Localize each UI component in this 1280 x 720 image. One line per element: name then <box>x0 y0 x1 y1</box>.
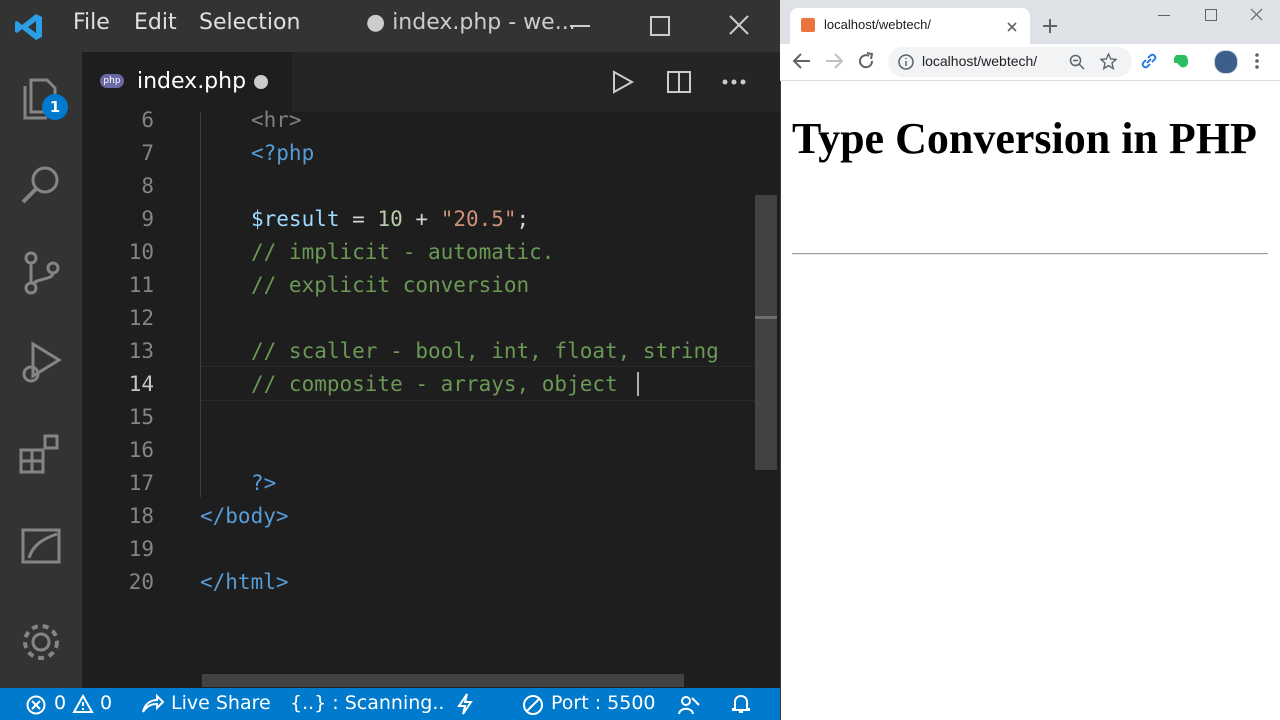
source-control-icon[interactable] <box>17 248 65 296</box>
line-number-active: 14 <box>128 372 154 396</box>
browser-tab[interactable]: localhost/webtech/ <box>790 8 1030 44</box>
code-token-string: "20.5" <box>440 207 517 231</box>
code-token-variable: $result <box>251 207 340 231</box>
notifications-bell-icon[interactable] <box>731 693 751 715</box>
line-number: 11 <box>128 273 154 297</box>
window-title: ● index.php - we... <box>366 10 576 35</box>
code-line-7: <?php <box>251 141 315 165</box>
menu-edit[interactable]: Edit <box>134 10 177 35</box>
code-line-20: </html> <box>200 570 289 594</box>
tab-index-php[interactable]: php index.php <box>82 52 292 112</box>
bookmark-star-icon[interactable] <box>1100 53 1117 70</box>
line-number: 10 <box>128 240 154 264</box>
search-icon[interactable] <box>17 160 65 208</box>
evernote-extension-icon[interactable] <box>1172 52 1190 70</box>
line-number: 7 <box>141 141 154 165</box>
tab-close-icon[interactable] <box>1006 21 1018 33</box>
zoom-icon[interactable] <box>1069 54 1085 70</box>
profile-avatar[interactable] <box>1214 50 1238 74</box>
code-line-17: ?> <box>251 471 277 495</box>
split-editor-icon[interactable] <box>666 70 692 94</box>
php-file-icon: php <box>100 74 124 88</box>
code-token-operator: + <box>402 207 441 231</box>
tab-label: index.php <box>137 69 247 94</box>
run-debug-icon[interactable] <box>17 338 65 386</box>
title-bar: File Edit Selection ● index.php - we... <box>0 0 780 52</box>
vertical-scrollbar[interactable] <box>755 195 777 470</box>
activity-bar: 1 <box>0 52 82 688</box>
page-horizontal-rule <box>792 253 1268 255</box>
unsaved-dot-icon[interactable] <box>254 75 268 89</box>
live-share-label[interactable]: Live Share <box>171 692 271 714</box>
feedback-icon[interactable] <box>677 694 701 716</box>
scanning-status[interactable]: {..} : Scanning.. <box>290 692 444 714</box>
url-text[interactable]: localhost/webtech/ <box>922 53 1037 69</box>
info-icon[interactable] <box>898 54 914 70</box>
menu-selection[interactable]: Selection <box>199 10 300 35</box>
code-token-semicolon: ; <box>516 207 530 231</box>
explorer-badge: 1 <box>42 94 68 120</box>
code-line-13: // scaller - bool, int, float, string <box>251 339 719 363</box>
code-line-6: <hr> <box>251 108 302 132</box>
code-line-11: // explicit conversion <box>251 273 530 297</box>
menu-file[interactable]: File <box>73 10 110 35</box>
text-cursor <box>637 372 639 396</box>
more-actions-icon[interactable] <box>722 78 746 86</box>
vscode-logo-icon <box>15 14 42 40</box>
line-number: 13 <box>128 339 154 363</box>
extensions-icon[interactable] <box>17 430 65 478</box>
link-extension-icon[interactable] <box>1140 52 1158 70</box>
error-icon[interactable] <box>26 695 46 715</box>
live-share-icon[interactable] <box>141 694 165 714</box>
address-bar[interactable]: localhost/webtech/ <box>888 47 1132 77</box>
line-number: 16 <box>128 438 154 462</box>
page-heading: Type Conversion in PHP <box>792 114 1257 163</box>
favicon-icon <box>801 18 815 32</box>
scrollbar-marker <box>755 316 777 319</box>
browser-window <box>780 0 1280 720</box>
line-number: 18 <box>128 504 154 528</box>
code-line-9: $result = 10 + "20.5"; <box>251 203 529 236</box>
indent-guide <box>200 112 201 497</box>
minimize-icon[interactable] <box>570 25 590 27</box>
code-line-18: </body> <box>200 504 289 528</box>
close-icon[interactable] <box>728 14 750 36</box>
browser-minimize-icon[interactable] <box>1158 15 1170 16</box>
back-icon[interactable] <box>792 52 812 70</box>
line-number: 19 <box>128 537 154 561</box>
line-number: 17 <box>128 471 154 495</box>
line-number: 15 <box>128 405 154 429</box>
remote-explorer-icon[interactable] <box>17 520 65 568</box>
horizontal-scrollbar[interactable] <box>202 674 684 687</box>
status-bar: 0 0 Live Share {..} : Scanning.. Port : … <box>0 688 780 720</box>
warning-icon[interactable] <box>72 694 94 714</box>
code-line-10: // implicit - automatic. <box>251 240 555 264</box>
lightning-icon[interactable] <box>456 693 474 715</box>
settings-gear-icon[interactable] <box>17 618 65 666</box>
line-number: 6 <box>141 108 154 132</box>
line-number: 12 <box>128 306 154 330</box>
run-icon[interactable] <box>610 70 634 94</box>
code-line-14: // composite - arrays, object <box>251 372 618 396</box>
code-token-number: 10 <box>377 207 403 231</box>
port-disabled-icon[interactable] <box>522 694 544 716</box>
forward-icon[interactable] <box>824 52 844 70</box>
error-count[interactable]: 0 <box>54 692 66 714</box>
line-number: 9 <box>141 207 154 231</box>
browser-close-icon[interactable] <box>1250 8 1263 21</box>
browser-tab-title: localhost/webtech/ <box>824 17 931 32</box>
browser-maximize-icon[interactable] <box>1205 9 1217 21</box>
line-number: 8 <box>141 174 154 198</box>
warning-count[interactable]: 0 <box>100 692 112 714</box>
maximize-icon[interactable] <box>650 16 670 36</box>
line-number: 20 <box>128 570 154 594</box>
new-tab-icon[interactable] <box>1041 17 1059 35</box>
browser-menu-icon[interactable] <box>1254 52 1260 70</box>
port-status[interactable]: Port : 5500 <box>551 692 656 714</box>
reload-icon[interactable] <box>856 51 876 71</box>
code-token-operator: = <box>339 207 378 231</box>
